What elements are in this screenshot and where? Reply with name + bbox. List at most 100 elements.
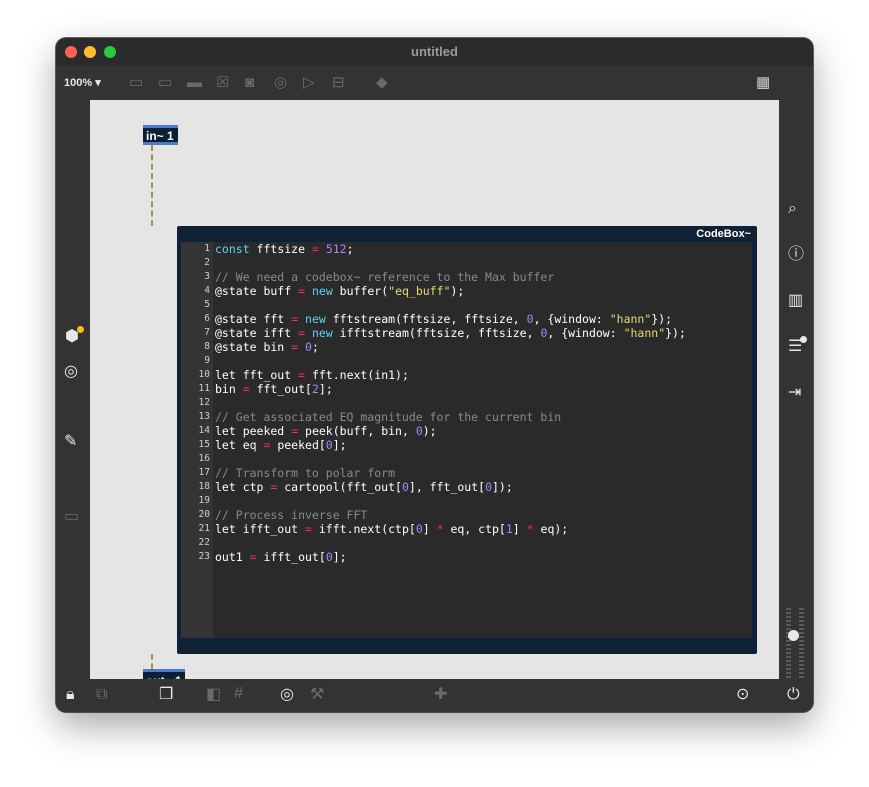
code-text: let eq = peeked[0]; (215, 438, 347, 452)
code-text: // Process inverse FFT (215, 508, 368, 522)
code-line[interactable]: 19 (181, 494, 752, 508)
zoom-dropdown[interactable]: 100% ▾ (64, 76, 101, 89)
line-number: 9 (204, 355, 210, 366)
code-line[interactable]: 21 let ifft_out = ifft.next(ctp[0] * eq, … (181, 522, 752, 536)
code-text: let fft_out = fft.next(in1); (215, 368, 409, 382)
code-line[interactable]: 4 @state buff = new buffer("eq_buff"); (181, 284, 752, 298)
code-line[interactable]: 13 // Get associated EQ magnitude for the… (181, 410, 752, 424)
line-number: 3 (204, 271, 210, 282)
top-toolbar: 100% ▾ ▭ ▭ ▬ ☒ ◙ ◎ ▷ ⊟ ◆ ▦ (56, 66, 813, 100)
slider-icon[interactable]: ⊟ (332, 75, 345, 91)
patch-cord-in[interactable] (151, 145, 153, 226)
volume-slider-handle[interactable] (788, 630, 799, 641)
code-line[interactable]: 12 (181, 396, 752, 410)
line-number: 10 (198, 369, 210, 380)
code-line[interactable]: 18 let ctp = cartopol(fft_out[0], fft_out… (181, 480, 752, 494)
code-line[interactable]: 15 let eq = peeked[0]; (181, 438, 752, 452)
code-line[interactable]: 3 // We need a codebox~ reference to the … (181, 270, 752, 284)
line-number: 18 (198, 481, 210, 492)
code-text: // Transform to polar form (215, 466, 396, 480)
code-text: @state ifft = new ifftstream(fftsize, ff… (215, 326, 686, 340)
code-text: let peeked = peek(buff, bin, 0); (215, 424, 437, 438)
code-text: @state fft = new fftstream(fftsize, ffts… (215, 312, 673, 326)
code-line[interactable]: 11 bin = fft_out[2]; (181, 382, 752, 396)
paint-bucket-icon[interactable]: ◆ (376, 75, 388, 91)
hammer-icon[interactable]: ⚒ (310, 686, 324, 704)
code-line[interactable]: 8 @state bin = 0; (181, 340, 752, 354)
code-line[interactable]: 17 // Transform to polar form (181, 466, 752, 480)
codebox-label: CodeBox~ (696, 228, 751, 240)
window-title: untitled (411, 44, 458, 59)
line-number: 12 (198, 397, 210, 408)
code-line[interactable]: 7 @state ifft = new ifftstream(fftsize, f… (181, 326, 752, 340)
line-number: 16 (198, 453, 210, 464)
code-line[interactable]: 14 let peeked = peek(buff, bin, 0); (181, 424, 752, 438)
list-badge (800, 336, 807, 343)
line-number: 6 (204, 313, 210, 324)
code-line[interactable]: 2 (181, 256, 752, 270)
line-number: 22 (198, 537, 210, 548)
outlet-port (143, 142, 178, 145)
code-line[interactable]: 10 let fft_out = fft.next(in1); (181, 368, 752, 382)
line-number: 20 (198, 509, 210, 520)
line-number: 13 (198, 411, 210, 422)
number-box-icon[interactable]: ▷ (303, 75, 315, 91)
windows-icon[interactable]: ❐ (159, 686, 173, 704)
notification-dot (77, 326, 84, 333)
inlet-port (143, 125, 178, 128)
code-text: @state buff = new buffer("eq_buff"); (215, 284, 465, 298)
comment-icon[interactable]: ▬ (187, 75, 202, 91)
toggle-icon[interactable]: ☒ (216, 75, 229, 91)
new-object-icon[interactable]: ▭ (129, 75, 143, 91)
book-icon[interactable]: ▥ (788, 292, 803, 310)
inlet-object[interactable]: in~ 1 (143, 125, 178, 145)
code-editor[interactable]: 1 const fftsize = 512; 2 3// We need a code… (181, 242, 752, 638)
inlet-label: in~ 1 (146, 129, 174, 143)
zoom-level: 100% (64, 77, 93, 89)
mute-icon[interactable]: ◧ (206, 686, 221, 704)
presentation-icon[interactable]: ▭ (64, 508, 79, 526)
line-number: 1 (204, 243, 210, 254)
line-number: 23 (198, 551, 210, 562)
audio-play-icon[interactable]: ⊙ (736, 686, 749, 704)
code-line[interactable]: 9 (181, 354, 752, 368)
code-text: // Get associated EQ magnitude for the c… (215, 410, 562, 424)
add-icon[interactable]: ✚ (434, 686, 447, 704)
patcher-window: untitled 100% ▾ ▭ ▭ ▬ ☒ ◙ ◎ ▷ ⊟ ◆ ▦ ⬢ ◎ … (56, 38, 813, 712)
code-line[interactable]: 22 (181, 536, 752, 550)
code-text: let ctp = cartopol(fft_out[0], fft_out[0… (215, 480, 513, 494)
lock-icon[interactable]: 🔒︎ (66, 686, 75, 704)
inlet-port (143, 669, 185, 672)
code-text: const fftsize = 512; (215, 242, 354, 256)
code-text: out1 = ifft_out[0]; (215, 550, 347, 564)
grid-dots-icon[interactable]: ▦ (756, 75, 770, 91)
line-number: 17 (198, 467, 210, 478)
code-line[interactable]: 1 const fftsize = 512; (181, 242, 752, 256)
code-line[interactable]: 6 @state fft = new fftstream(fftsize, fft… (181, 312, 752, 326)
code-text: @state bin = 0; (215, 340, 319, 354)
patcher-canvas[interactable]: in~ 1 CodeBox~ 1 const fftsize = 512; 2 3//… (90, 100, 779, 691)
power-icon[interactable]: ⏻ (787, 686, 800, 704)
export-icon[interactable]: ⇥ (788, 384, 801, 402)
code-line[interactable]: 5 (181, 298, 752, 312)
bang-icon[interactable]: ◎ (274, 75, 287, 91)
new-message-icon[interactable]: ▭ (158, 75, 172, 91)
presentation-mode-icon[interactable]: ⧉ (96, 686, 107, 704)
code-line[interactable]: 16 (181, 452, 752, 466)
info-icon[interactable]: ⓘ (788, 246, 804, 264)
code-text: bin = fft_out[2]; (215, 382, 333, 396)
line-number: 21 (198, 523, 210, 534)
paperclip-icon[interactable]: ✎ (64, 433, 77, 451)
codebox-object[interactable]: CodeBox~ 1 const fftsize = 512; 2 3// We ne… (177, 226, 757, 654)
target-icon[interactable]: ◎ (64, 363, 78, 381)
line-number: 2 (204, 257, 210, 268)
line-number: 11 (198, 383, 210, 394)
patch-cord-out[interactable] (151, 654, 153, 669)
line-number: 8 (204, 341, 210, 352)
button-object-icon[interactable]: ◙ (245, 75, 254, 91)
grid-icon[interactable]: # (234, 685, 243, 703)
loop-icon[interactable]: ◎ (280, 686, 294, 704)
code-line[interactable]: 20 // Process inverse FFT (181, 508, 752, 522)
search-icon[interactable]: ⌕ (788, 200, 797, 218)
code-line[interactable]: 23 out1 = ifft_out[0]; (181, 550, 752, 564)
